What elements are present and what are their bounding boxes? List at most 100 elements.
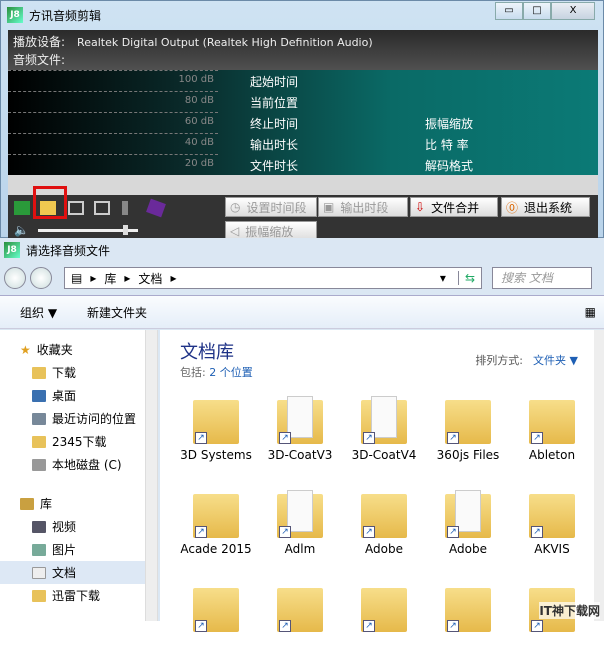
nav-item[interactable]: 图片 <box>0 538 157 561</box>
info-panel: 播放设备: Realtek Digital Output (Realtek Hig… <box>8 30 598 70</box>
video-icon <box>32 520 46 533</box>
folder-item[interactable]: ↗ <box>426 582 510 670</box>
output-button[interactable]: ▣ 输出时段 <box>318 197 408 217</box>
includes-link[interactable]: 2 个位置 <box>209 366 253 379</box>
toolbar: ◷ 设置时间段 ▣ 输出时段 ⇩ 文件合并 ⓪ 退出系统 ◁ 振幅缩放 🔈 <box>8 186 598 241</box>
shortcut-arrow-icon: ↗ <box>447 526 459 538</box>
nav-label: 本地磁盘 (C) <box>52 458 122 472</box>
folder-icon: ↗ <box>361 396 407 444</box>
nav-item[interactable]: 最近访问的位置 <box>0 407 157 430</box>
folder-icon: ↗ <box>445 400 491 444</box>
audio-editor-window: J8 方讯音频剪辑 ▭ □ X 播放设备: Realtek Digital Out… <box>0 0 604 241</box>
dialog-title: 请选择音频文件 <box>26 243 111 258</box>
book-icon[interactable] <box>146 198 166 218</box>
nav-scrollbar[interactable] <box>145 330 157 621</box>
includes-info: 包括: 2 个位置 <box>180 364 253 380</box>
nav-item[interactable]: 下载 <box>0 361 157 384</box>
device-icon[interactable] <box>14 201 30 215</box>
file-list-pane: 文档库 包括: 2 个位置 排列方式: 文件夹 ▼ ↗ 3D Systems ↗ 3D-… <box>160 330 604 632</box>
folder-item[interactable]: ↗ AKVIS <box>510 488 594 576</box>
device-label: 播放设备: <box>13 35 66 49</box>
nav-favorites[interactable]: ★ 收藏夹 <box>0 338 157 361</box>
back-button[interactable] <box>4 267 26 289</box>
folder-item[interactable]: ↗ Ableton <box>510 394 594 482</box>
folder-item[interactable]: ↗ Adobe <box>426 488 510 576</box>
output-duration-label: 输出时长 <box>250 138 299 152</box>
folder-name: Ableton <box>528 448 576 462</box>
folder-item[interactable]: ↗ 3D-CoatV4 <box>342 394 426 482</box>
speaker-icon[interactable] <box>122 201 128 215</box>
address-bar[interactable]: ▤ ▸ 库 ▸ 文档 ▸ ▾ ⇆ <box>64 267 482 289</box>
nav-item[interactable]: 本地磁盘 (C) <box>0 453 157 476</box>
nav-item[interactable]: 迅雷下载 <box>0 584 157 607</box>
folder-grid: ↗ 3D Systems ↗ 3D-CoatV3 ↗ 3D-CoatV4 ↗ 360js Fi… <box>174 394 594 670</box>
shortcut-arrow-icon: ↗ <box>531 620 543 632</box>
sort-dropdown[interactable]: 文件夹 ▼ <box>533 354 578 367</box>
db-level: 60 dB <box>8 112 218 132</box>
nav-label: 2345下载 <box>52 435 107 449</box>
minimize-button[interactable]: ▭ <box>495 2 523 20</box>
main-scrollbar[interactable] <box>594 330 604 621</box>
breadcrumb-item[interactable]: 文档 <box>138 270 162 287</box>
set-time-button[interactable]: ◷ 设置时间段 <box>225 197 317 217</box>
navigation-pane: ★ 收藏夹 下载 桌面 最近访问的位置 2345下载 本地磁盘 (C) 库 视频 … <box>0 330 158 621</box>
folder-item[interactable]: ↗ <box>258 582 342 670</box>
folder-item[interactable]: ↗ 360js Files <box>426 394 510 482</box>
app-logo-icon: J8 <box>7 7 23 23</box>
db-level: 20 dB <box>8 154 218 174</box>
shortcut-arrow-icon: ↗ <box>195 620 207 632</box>
picture-icon <box>32 543 46 556</box>
device-value: Realtek Digital Output (Realtek High Def… <box>77 36 373 49</box>
nav-item[interactable]: 视频 <box>0 515 157 538</box>
library-icon <box>20 497 34 510</box>
search-input[interactable]: 搜索 文档 <box>492 267 592 289</box>
app-logo-icon: J8 <box>4 242 20 258</box>
volume-slider[interactable] <box>38 225 138 235</box>
breadcrumb-item[interactable]: 库 <box>104 270 116 287</box>
shortcut-arrow-icon: ↗ <box>447 620 459 632</box>
shortcut-arrow-icon: ↗ <box>363 432 375 444</box>
dropdown-icon[interactable]: ▾ <box>440 271 446 285</box>
highlight-box <box>33 186 67 219</box>
exit-icon: ⓪ <box>506 200 519 215</box>
new-folder-button[interactable]: 新建文件夹 <box>87 304 147 321</box>
volume-knob[interactable] <box>123 225 128 235</box>
nav-libraries[interactable]: 库 <box>0 492 157 515</box>
forward-button[interactable] <box>30 267 52 289</box>
nav-label: 库 <box>40 497 53 511</box>
watermark: IT神下载网 <box>539 602 600 619</box>
folder-item[interactable]: ↗ <box>174 582 258 670</box>
nav-item-selected[interactable]: 文档 <box>0 561 157 584</box>
shortcut-arrow-icon: ↗ <box>279 620 291 632</box>
drive-icon <box>32 458 46 471</box>
nav-item[interactable]: 2345下载 <box>0 430 157 453</box>
folder-item[interactable]: ↗ 3D-CoatV3 <box>258 394 342 482</box>
folder-icon: ↗ <box>193 400 239 444</box>
folder-item[interactable]: ↗ Adobe <box>342 488 426 576</box>
end-time-label: 终止时间 <box>250 117 299 131</box>
nav-item[interactable]: 桌面 <box>0 384 157 407</box>
close-button[interactable]: X <box>551 2 595 20</box>
folder-icon: ↗ <box>529 400 575 444</box>
folder-item[interactable]: ↗ 3D Systems <box>174 394 258 482</box>
progress-track[interactable] <box>8 175 598 195</box>
folder-item[interactable]: ↗ Acade 2015 <box>174 488 258 576</box>
db-level: 80 dB <box>8 91 218 111</box>
organize-button[interactable]: 组织 ▼ <box>20 304 57 321</box>
refresh-icon[interactable]: ⇆ <box>457 271 481 285</box>
stop-icon[interactable] <box>94 201 110 215</box>
file-duration-label: 文件时长 <box>250 159 299 173</box>
folder-item[interactable]: ↗ <box>342 582 426 670</box>
nav-label: 收藏夹 <box>36 343 73 357</box>
folder-item[interactable]: ↗ Adlm <box>258 488 342 576</box>
nav-label: 桌面 <box>52 389 77 403</box>
includes-label: 包括: <box>180 366 206 379</box>
db-level: 40 dB <box>8 133 218 153</box>
view-options-icon[interactable]: ▦ <box>585 305 596 319</box>
maximize-button[interactable]: □ <box>523 2 551 20</box>
merge-button[interactable]: ⇩ 文件合并 <box>410 197 498 217</box>
play-icon[interactable] <box>68 201 84 215</box>
folder-item[interactable]: ↗ <box>510 582 594 670</box>
command-bar: 组织 ▼ 新建文件夹 ▦ <box>0 295 604 329</box>
exit-button[interactable]: ⓪ 退出系统 <box>501 197 590 217</box>
